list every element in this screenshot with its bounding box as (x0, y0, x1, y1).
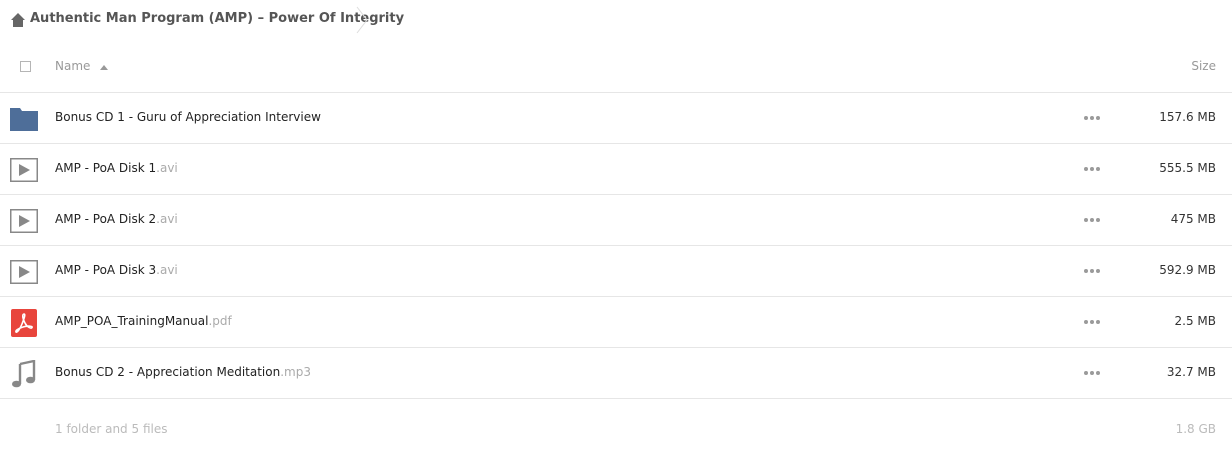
more-actions-icon[interactable] (1084, 214, 1100, 226)
file-size: 555.5 MB (1159, 161, 1216, 175)
file-list-footer: 1 folder and 5 files 1.8 GB (0, 399, 1232, 459)
file-name[interactable]: AMP_POA_TrainingManual.pdf (55, 314, 232, 328)
video-icon (10, 209, 38, 233)
file-row[interactable]: AMP_POA_TrainingManual.pdf 2.5 MB (0, 297, 1232, 348)
file-size: 592.9 MB (1159, 263, 1216, 277)
file-list-header: Name Size (0, 40, 1232, 93)
file-row[interactable]: AMP - PoA Disk 2.avi 475 MB (0, 195, 1232, 246)
video-icon (10, 158, 38, 182)
home-icon[interactable] (10, 12, 26, 28)
more-actions-icon[interactable] (1084, 367, 1100, 379)
file-row[interactable]: Bonus CD 1 - Guru of Appreciation Interv… (0, 93, 1232, 144)
sort-ascending-icon[interactable] (100, 65, 108, 70)
more-actions-icon[interactable] (1084, 265, 1100, 277)
breadcrumb: Authentic Man Program (AMP) – Power Of I… (0, 0, 1232, 40)
total-size: 1.8 GB (1175, 422, 1216, 436)
music-icon (12, 360, 36, 388)
pdf-icon (11, 309, 37, 337)
more-actions-icon[interactable] (1084, 112, 1100, 124)
more-actions-icon[interactable] (1084, 316, 1100, 328)
size-column-header[interactable]: Size (1191, 59, 1216, 73)
chevron-right-icon (356, 6, 368, 34)
file-name[interactable]: AMP - PoA Disk 1.avi (55, 161, 178, 175)
file-row[interactable]: Bonus CD 2 - Appreciation Meditation.mp3… (0, 348, 1232, 399)
file-row[interactable]: AMP - PoA Disk 3.avi 592.9 MB (0, 246, 1232, 297)
file-row[interactable]: AMP - PoA Disk 1.avi 555.5 MB (0, 144, 1232, 195)
file-name[interactable]: Bonus CD 1 - Guru of Appreciation Interv… (55, 110, 321, 124)
video-icon (10, 260, 38, 284)
name-column-header[interactable]: Name (55, 59, 90, 73)
file-count-summary: 1 folder and 5 files (55, 422, 168, 436)
file-name[interactable]: AMP - PoA Disk 2.avi (55, 212, 178, 226)
file-size: 157.6 MB (1159, 110, 1216, 124)
file-size: 2.5 MB (1174, 314, 1216, 328)
breadcrumb-title[interactable]: Authentic Man Program (AMP) – Power Of I… (30, 11, 404, 26)
file-name[interactable]: AMP - PoA Disk 3.avi (55, 263, 178, 277)
file-size: 475 MB (1170, 212, 1216, 226)
more-actions-icon[interactable] (1084, 163, 1100, 175)
folder-icon (10, 108, 38, 131)
file-name[interactable]: Bonus CD 2 - Appreciation Meditation.mp3 (55, 365, 311, 379)
select-all-checkbox[interactable] (20, 61, 31, 72)
file-size: 32.7 MB (1166, 365, 1216, 379)
